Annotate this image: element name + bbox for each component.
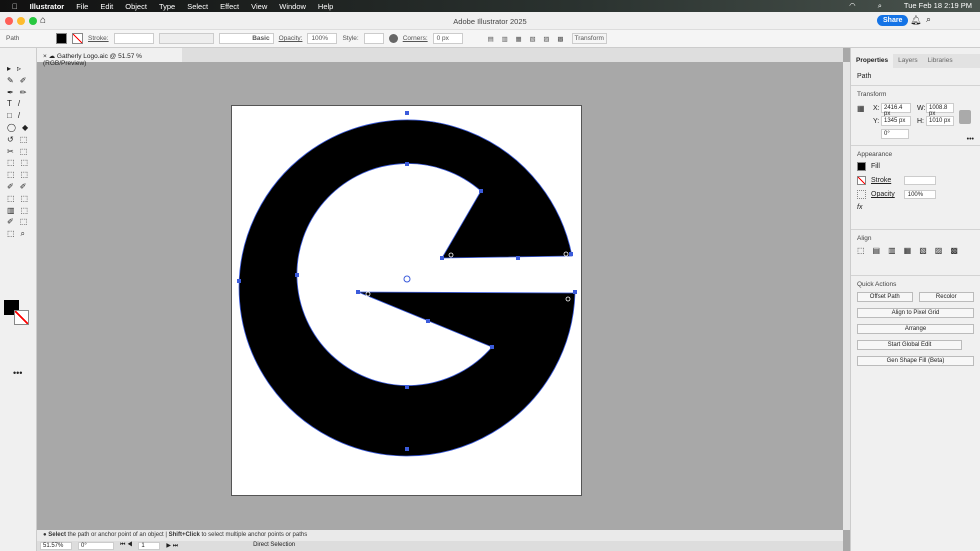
x-label: X: <box>873 105 880 112</box>
y-label: Y: <box>873 118 880 125</box>
status-hint: ● Select the path or anchor point of an … <box>37 530 843 541</box>
status-bar: 51.57% 0° ⏮ ◀ 1 ▶ ⏭ Direct Selection <box>37 541 843 551</box>
hint-bold-2: Shift+Click <box>168 532 200 538</box>
opacity-icon <box>857 190 866 199</box>
h-input[interactable]: 1010 px <box>926 116 954 126</box>
tab-libraries[interactable]: Libraries <box>923 54 958 68</box>
appearance-heading: Appearance <box>857 151 893 158</box>
transform-heading: Transform <box>857 91 887 98</box>
fill-label: Fill <box>871 163 880 170</box>
stroke-label[interactable]: Stroke <box>871 177 891 184</box>
start-global-edit-button[interactable]: Start Global Edit <box>857 340 962 350</box>
x-input[interactable]: 2416.4 px <box>881 103 911 117</box>
vertical-scrollbar[interactable] <box>843 62 850 530</box>
tab-properties[interactable]: Properties <box>851 54 894 68</box>
reference-point-icon[interactable]: ▦ <box>857 104 865 113</box>
offset-path-button[interactable]: Offset Path <box>857 292 913 302</box>
opacity-input[interactable]: 100% <box>903 190 936 199</box>
hint-text-2: to select multiple anchor points or path… <box>199 532 308 538</box>
stroke-swatch[interactable] <box>857 176 866 185</box>
zoom-select[interactable]: 51.57% <box>40 542 72 550</box>
w-input[interactable]: 1008.8 px <box>926 103 954 117</box>
object-kind: Path <box>857 73 872 80</box>
fx-icon[interactable]: fx <box>857 204 862 211</box>
g-logo-path <box>238 119 576 457</box>
center-point <box>403 275 411 283</box>
fill-swatch[interactable] <box>857 162 866 171</box>
next-artboard-icon[interactable]: ▶ ⏭ <box>166 542 178 550</box>
help-icon: ● <box>43 532 47 538</box>
artboard-number-select[interactable]: 1 <box>138 542 161 550</box>
rotate-view-select[interactable]: 0° <box>78 542 114 550</box>
align-heading: Align <box>857 235 872 242</box>
current-tool[interactable]: Direct Selection <box>224 542 324 550</box>
arrange-button[interactable]: Arrange <box>857 324 974 334</box>
link-proportions-icon[interactable] <box>959 110 971 124</box>
opacity-label[interactable]: Opacity <box>871 191 895 198</box>
quick-actions-heading: Quick Actions <box>857 281 897 288</box>
properties-panel: Properties Layers Libraries Path Transfo… <box>850 48 980 551</box>
y-input[interactable]: 1345 px <box>881 116 911 126</box>
stroke-weight-input[interactable] <box>904 176 937 185</box>
prev-artboard-icon[interactable]: ⏮ ◀ <box>120 542 132 550</box>
tab-layers[interactable]: Layers <box>893 54 923 68</box>
recolor-button[interactable]: Recolor <box>918 292 974 302</box>
w-label: W: <box>917 105 926 112</box>
canvas-artwork[interactable] <box>0 0 980 551</box>
hint-text-1: the path or anchor point of an object | <box>65 532 169 538</box>
gen-shape-fill-button[interactable]: Gen Shape Fill (Beta) <box>857 356 974 366</box>
h-label: H: <box>917 118 924 125</box>
align-pixel-grid-button[interactable]: Align to Pixel Grid <box>857 308 974 318</box>
hint-bold-1: Select <box>48 532 66 538</box>
align-buttons[interactable]: ⬚▤▥▦▧▨▩ <box>857 246 974 255</box>
more-options-icon[interactable]: ••• <box>967 136 974 143</box>
rotate-input[interactable]: 0° <box>881 129 909 139</box>
